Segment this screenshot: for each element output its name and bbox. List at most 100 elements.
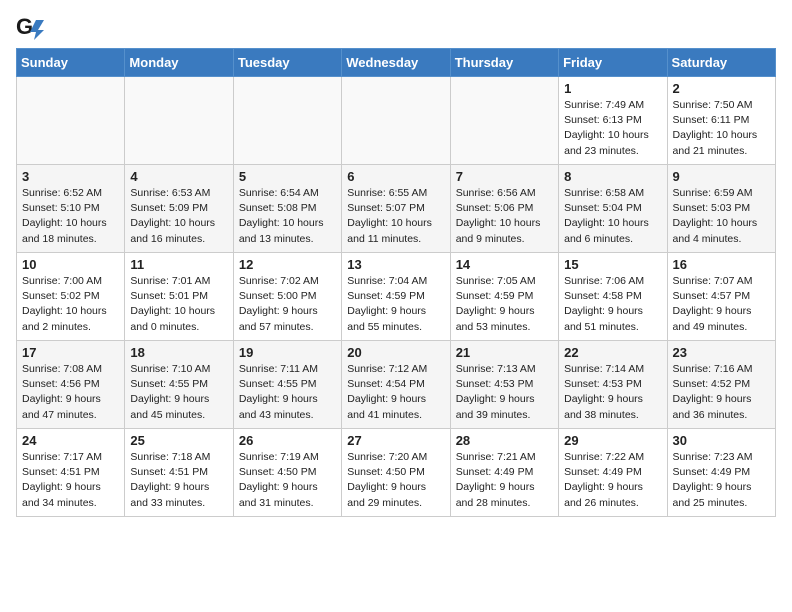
logo: G xyxy=(16,20,46,40)
weekday-header-monday: Monday xyxy=(125,49,233,77)
day-info: Sunrise: 7:22 AM Sunset: 4:49 PM Dayligh… xyxy=(564,450,661,511)
calendar-cell: 13 Sunrise: 7:04 AM Sunset: 4:59 PM Dayli… xyxy=(342,253,450,341)
week-row-3: 10 Sunrise: 7:00 AM Sunset: 5:02 PM Dayli… xyxy=(17,253,776,341)
calendar-cell xyxy=(450,77,558,165)
weekday-header-friday: Friday xyxy=(559,49,667,77)
day-info: Sunrise: 7:05 AM Sunset: 4:59 PM Dayligh… xyxy=(456,274,553,335)
calendar-cell: 11 Sunrise: 7:01 AM Sunset: 5:01 PM Dayli… xyxy=(125,253,233,341)
day-number: 2 xyxy=(673,81,770,96)
weekday-header-tuesday: Tuesday xyxy=(233,49,341,77)
day-info: Sunrise: 7:49 AM Sunset: 6:13 PM Dayligh… xyxy=(564,98,661,159)
calendar-cell: 24 Sunrise: 7:17 AM Sunset: 4:51 PM Dayli… xyxy=(17,429,125,517)
calendar-cell: 16 Sunrise: 7:07 AM Sunset: 4:57 PM Dayli… xyxy=(667,253,775,341)
day-number: 5 xyxy=(239,169,336,184)
calendar-cell: 29 Sunrise: 7:22 AM Sunset: 4:49 PM Dayli… xyxy=(559,429,667,517)
day-info: Sunrise: 7:10 AM Sunset: 4:55 PM Dayligh… xyxy=(130,362,227,423)
day-number: 3 xyxy=(22,169,119,184)
day-info: Sunrise: 7:00 AM Sunset: 5:02 PM Dayligh… xyxy=(22,274,119,335)
day-number: 11 xyxy=(130,257,227,272)
day-info: Sunrise: 7:19 AM Sunset: 4:50 PM Dayligh… xyxy=(239,450,336,511)
day-info: Sunrise: 7:06 AM Sunset: 4:58 PM Dayligh… xyxy=(564,274,661,335)
day-info: Sunrise: 7:18 AM Sunset: 4:51 PM Dayligh… xyxy=(130,450,227,511)
calendar-cell xyxy=(233,77,341,165)
calendar-cell: 8 Sunrise: 6:58 AM Sunset: 5:04 PM Daylig… xyxy=(559,165,667,253)
day-number: 16 xyxy=(673,257,770,272)
day-info: Sunrise: 7:12 AM Sunset: 4:54 PM Dayligh… xyxy=(347,362,444,423)
day-info: Sunrise: 7:21 AM Sunset: 4:49 PM Dayligh… xyxy=(456,450,553,511)
calendar-cell: 21 Sunrise: 7:13 AM Sunset: 4:53 PM Dayli… xyxy=(450,341,558,429)
day-number: 28 xyxy=(456,433,553,448)
calendar-cell: 23 Sunrise: 7:16 AM Sunset: 4:52 PM Dayli… xyxy=(667,341,775,429)
day-number: 8 xyxy=(564,169,661,184)
day-info: Sunrise: 6:59 AM Sunset: 5:03 PM Dayligh… xyxy=(673,186,770,247)
day-info: Sunrise: 7:11 AM Sunset: 4:55 PM Dayligh… xyxy=(239,362,336,423)
day-number: 26 xyxy=(239,433,336,448)
calendar-cell: 14 Sunrise: 7:05 AM Sunset: 4:59 PM Dayli… xyxy=(450,253,558,341)
day-number: 24 xyxy=(22,433,119,448)
calendar-cell: 26 Sunrise: 7:19 AM Sunset: 4:50 PM Dayli… xyxy=(233,429,341,517)
day-info: Sunrise: 7:13 AM Sunset: 4:53 PM Dayligh… xyxy=(456,362,553,423)
day-info: Sunrise: 7:50 AM Sunset: 6:11 PM Dayligh… xyxy=(673,98,770,159)
day-number: 6 xyxy=(347,169,444,184)
day-number: 30 xyxy=(673,433,770,448)
day-number: 4 xyxy=(130,169,227,184)
weekday-header-wednesday: Wednesday xyxy=(342,49,450,77)
calendar-cell xyxy=(17,77,125,165)
calendar-cell: 17 Sunrise: 7:08 AM Sunset: 4:56 PM Dayli… xyxy=(17,341,125,429)
day-info: Sunrise: 6:55 AM Sunset: 5:07 PM Dayligh… xyxy=(347,186,444,247)
day-number: 29 xyxy=(564,433,661,448)
day-number: 21 xyxy=(456,345,553,360)
calendar-cell: 30 Sunrise: 7:23 AM Sunset: 4:49 PM Dayli… xyxy=(667,429,775,517)
weekday-header-thursday: Thursday xyxy=(450,49,558,77)
calendar-cell xyxy=(125,77,233,165)
header: G xyxy=(16,16,776,40)
day-number: 10 xyxy=(22,257,119,272)
calendar-cell: 19 Sunrise: 7:11 AM Sunset: 4:55 PM Dayli… xyxy=(233,341,341,429)
day-number: 20 xyxy=(347,345,444,360)
calendar-cell: 25 Sunrise: 7:18 AM Sunset: 4:51 PM Dayli… xyxy=(125,429,233,517)
calendar-cell: 9Sunrise: 6:59 AM Sunset: 5:03 PM Daylig… xyxy=(667,165,775,253)
day-number: 14 xyxy=(456,257,553,272)
calendar-cell: 3Sunrise: 6:52 AM Sunset: 5:10 PM Daylig… xyxy=(17,165,125,253)
day-number: 25 xyxy=(130,433,227,448)
calendar-cell: 6 Sunrise: 6:55 AM Sunset: 5:07 PM Daylig… xyxy=(342,165,450,253)
calendar-cell: 27 Sunrise: 7:20 AM Sunset: 4:50 PM Dayli… xyxy=(342,429,450,517)
day-number: 23 xyxy=(673,345,770,360)
day-number: 19 xyxy=(239,345,336,360)
calendar-cell: 5Sunrise: 6:54 AM Sunset: 5:08 PM Daylig… xyxy=(233,165,341,253)
day-info: Sunrise: 7:17 AM Sunset: 4:51 PM Dayligh… xyxy=(22,450,119,511)
calendar-cell xyxy=(342,77,450,165)
day-number: 7 xyxy=(456,169,553,184)
calendar-cell: 20 Sunrise: 7:12 AM Sunset: 4:54 PM Dayli… xyxy=(342,341,450,429)
day-info: Sunrise: 7:16 AM Sunset: 4:52 PM Dayligh… xyxy=(673,362,770,423)
day-info: Sunrise: 7:07 AM Sunset: 4:57 PM Dayligh… xyxy=(673,274,770,335)
calendar-cell: 4Sunrise: 6:53 AM Sunset: 5:09 PM Daylig… xyxy=(125,165,233,253)
day-info: Sunrise: 6:58 AM Sunset: 5:04 PM Dayligh… xyxy=(564,186,661,247)
day-info: Sunrise: 7:01 AM Sunset: 5:01 PM Dayligh… xyxy=(130,274,227,335)
week-row-1: 1 Sunrise: 7:49 AM Sunset: 6:13 PM Daylig… xyxy=(17,77,776,165)
calendar-cell: 7 Sunrise: 6:56 AM Sunset: 5:06 PM Daylig… xyxy=(450,165,558,253)
day-info: Sunrise: 7:02 AM Sunset: 5:00 PM Dayligh… xyxy=(239,274,336,335)
calendar-cell: 18Sunrise: 7:10 AM Sunset: 4:55 PM Dayli… xyxy=(125,341,233,429)
svg-text:G: G xyxy=(16,16,33,39)
calendar-cell: 15 Sunrise: 7:06 AM Sunset: 4:58 PM Dayli… xyxy=(559,253,667,341)
day-number: 1 xyxy=(564,81,661,96)
day-number: 17 xyxy=(22,345,119,360)
calendar-cell: 2 Sunrise: 7:50 AM Sunset: 6:11 PM Daylig… xyxy=(667,77,775,165)
calendar-cell: 28 Sunrise: 7:21 AM Sunset: 4:49 PM Dayli… xyxy=(450,429,558,517)
day-info: Sunrise: 6:56 AM Sunset: 5:06 PM Dayligh… xyxy=(456,186,553,247)
day-number: 13 xyxy=(347,257,444,272)
weekday-header-saturday: Saturday xyxy=(667,49,775,77)
day-number: 27 xyxy=(347,433,444,448)
calendar-table: SundayMondayTuesdayWednesdayThursdayFrid… xyxy=(16,48,776,517)
day-info: Sunrise: 7:20 AM Sunset: 4:50 PM Dayligh… xyxy=(347,450,444,511)
logo-icon: G xyxy=(16,16,44,40)
day-info: Sunrise: 7:14 AM Sunset: 4:53 PM Dayligh… xyxy=(564,362,661,423)
day-number: 12 xyxy=(239,257,336,272)
calendar-cell: 12 Sunrise: 7:02 AM Sunset: 5:00 PM Dayli… xyxy=(233,253,341,341)
weekday-header-sunday: Sunday xyxy=(17,49,125,77)
day-info: Sunrise: 7:08 AM Sunset: 4:56 PM Dayligh… xyxy=(22,362,119,423)
day-number: 15 xyxy=(564,257,661,272)
day-info: Sunrise: 7:23 AM Sunset: 4:49 PM Dayligh… xyxy=(673,450,770,511)
day-info: Sunrise: 7:04 AM Sunset: 4:59 PM Dayligh… xyxy=(347,274,444,335)
